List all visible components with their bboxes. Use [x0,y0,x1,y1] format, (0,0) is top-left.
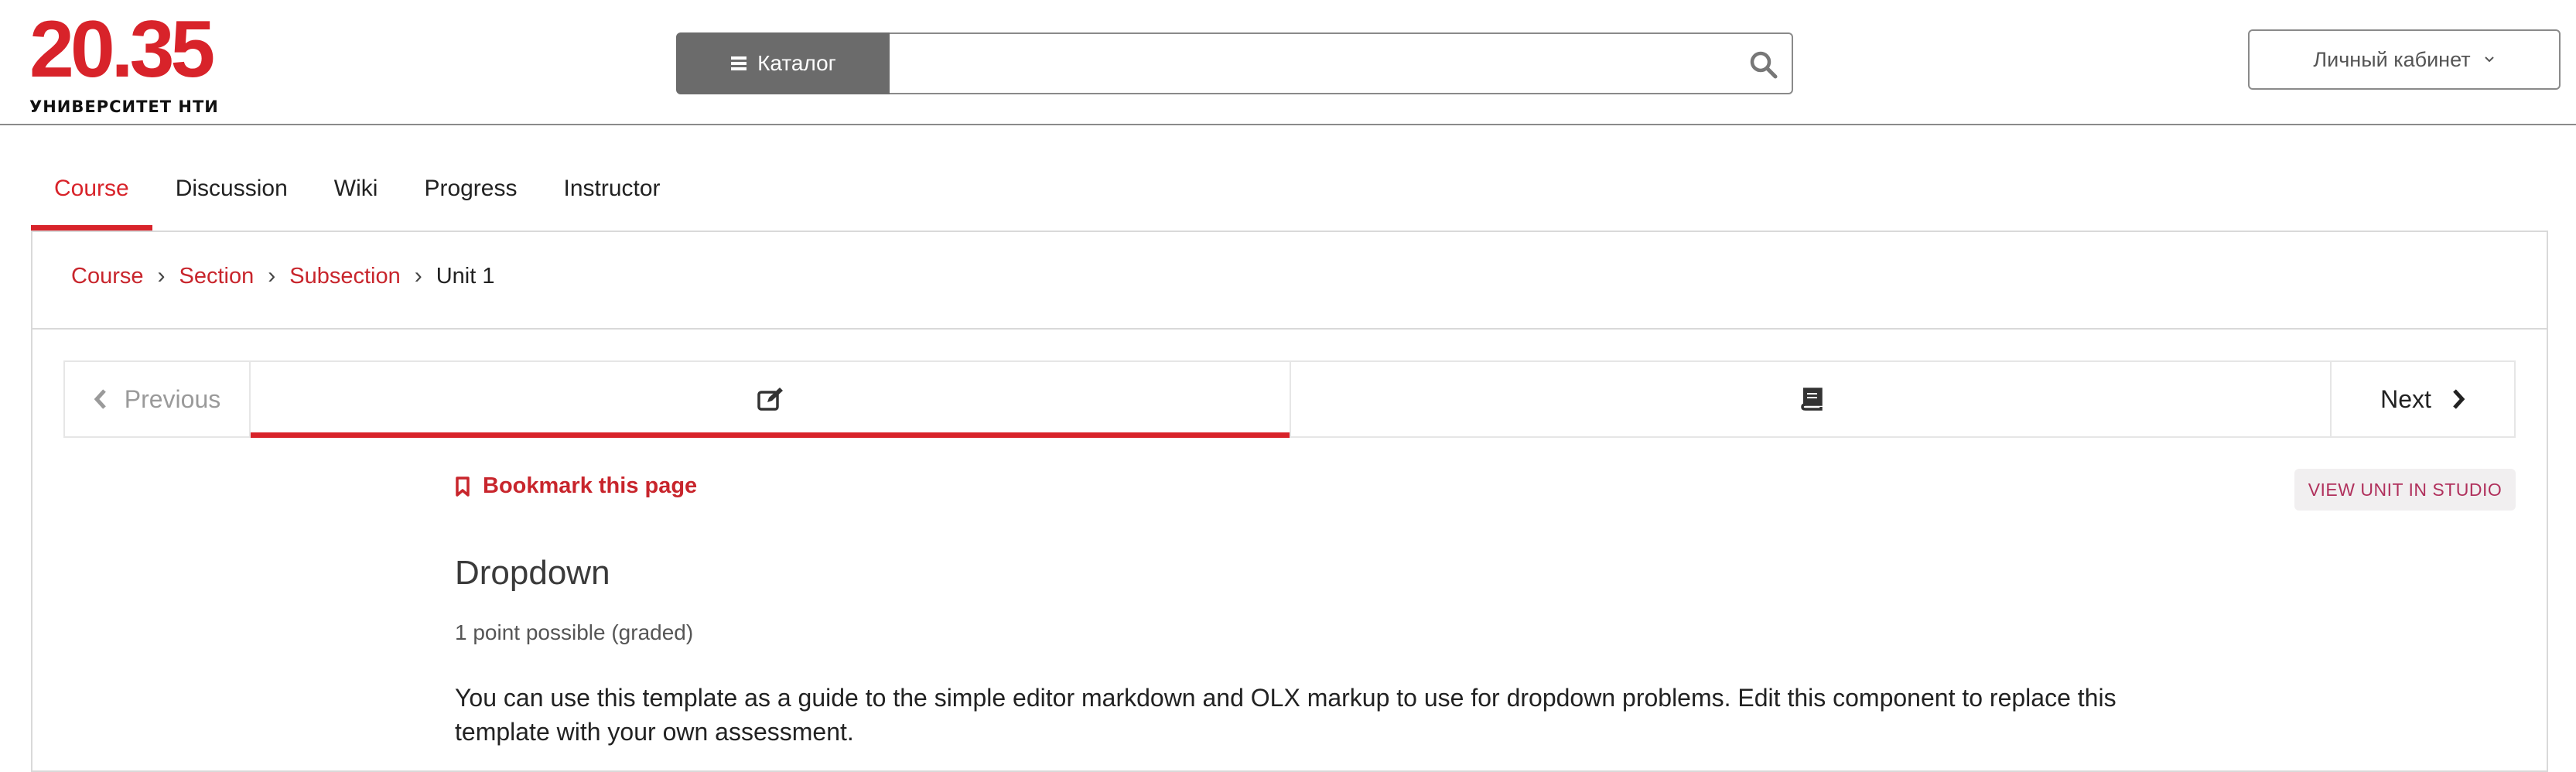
chevron-down-icon [2484,56,2494,63]
next-button[interactable]: Next [2332,362,2514,436]
logo[interactable]: 20.35 УНИВЕРСИТЕТ НТИ [29,5,219,116]
problem-points: 1 point possible (graded) [455,620,694,644]
account-menu-button[interactable]: Личный кабинет [2248,29,2561,90]
account-label: Личный кабинет [2313,47,2471,71]
previous-label: Previous [124,384,221,413]
problem-description: You can use this template as a guide to … [455,684,2116,746]
catalog-button[interactable]: Каталог [676,32,891,94]
tab-wiki[interactable]: Wiki [311,162,401,231]
catalog-label: Каталог [757,51,836,75]
tab-discussion[interactable]: Discussion [152,162,311,231]
chevron-right-icon [2453,389,2465,409]
breadcrumb-course[interactable]: Course [71,264,144,289]
book-icon [1800,388,1823,411]
tab-progress[interactable]: Progress [401,162,540,231]
view-in-studio-button[interactable]: VIEW UNIT IN STUDIO [2294,469,2516,511]
menu-icon [731,56,747,70]
site-header: 20.35 УНИВЕРСИТЕТ НТИ Каталог Личный каб… [0,0,2576,125]
logo-number: 20.35 [29,5,215,94]
breadcrumb-subsection[interactable]: Subsection [289,264,401,289]
unit-tab-problem[interactable] [251,362,1291,438]
breadcrumb: Course › Section › Subsection › Unit 1 [71,263,495,289]
previous-button[interactable]: Previous [65,362,251,436]
search-box [890,32,1793,94]
course-tabs: Course Discussion Wiki Progress Instruct… [31,162,684,231]
breadcrumb-current: Unit 1 [436,263,495,289]
edit-icon [757,388,783,411]
sequence-nav: Previous Next [63,360,2516,438]
tab-course[interactable]: Course [31,162,152,231]
problem-title: Dropdown [455,554,610,592]
search-input[interactable] [890,34,1725,93]
logo-subtitle: УНИВЕРСИТЕТ НТИ [29,97,219,116]
bookmark-icon [456,476,470,497]
search-icon[interactable] [1748,50,1779,80]
bookmark-label: Bookmark this page [483,473,698,498]
next-label: Next [2380,384,2431,413]
bookmark-button[interactable]: Bookmark this page [455,473,697,499]
chevron-right-icon: › [268,263,276,289]
breadcrumb-section[interactable]: Section [179,264,255,289]
chevron-left-icon [94,389,106,409]
divider [31,328,2548,330]
chevron-right-icon: › [157,263,166,289]
unit-tab-text[interactable] [1291,362,2332,436]
chevron-right-icon: › [414,263,422,289]
tab-instructor[interactable]: Instructor [540,162,683,231]
